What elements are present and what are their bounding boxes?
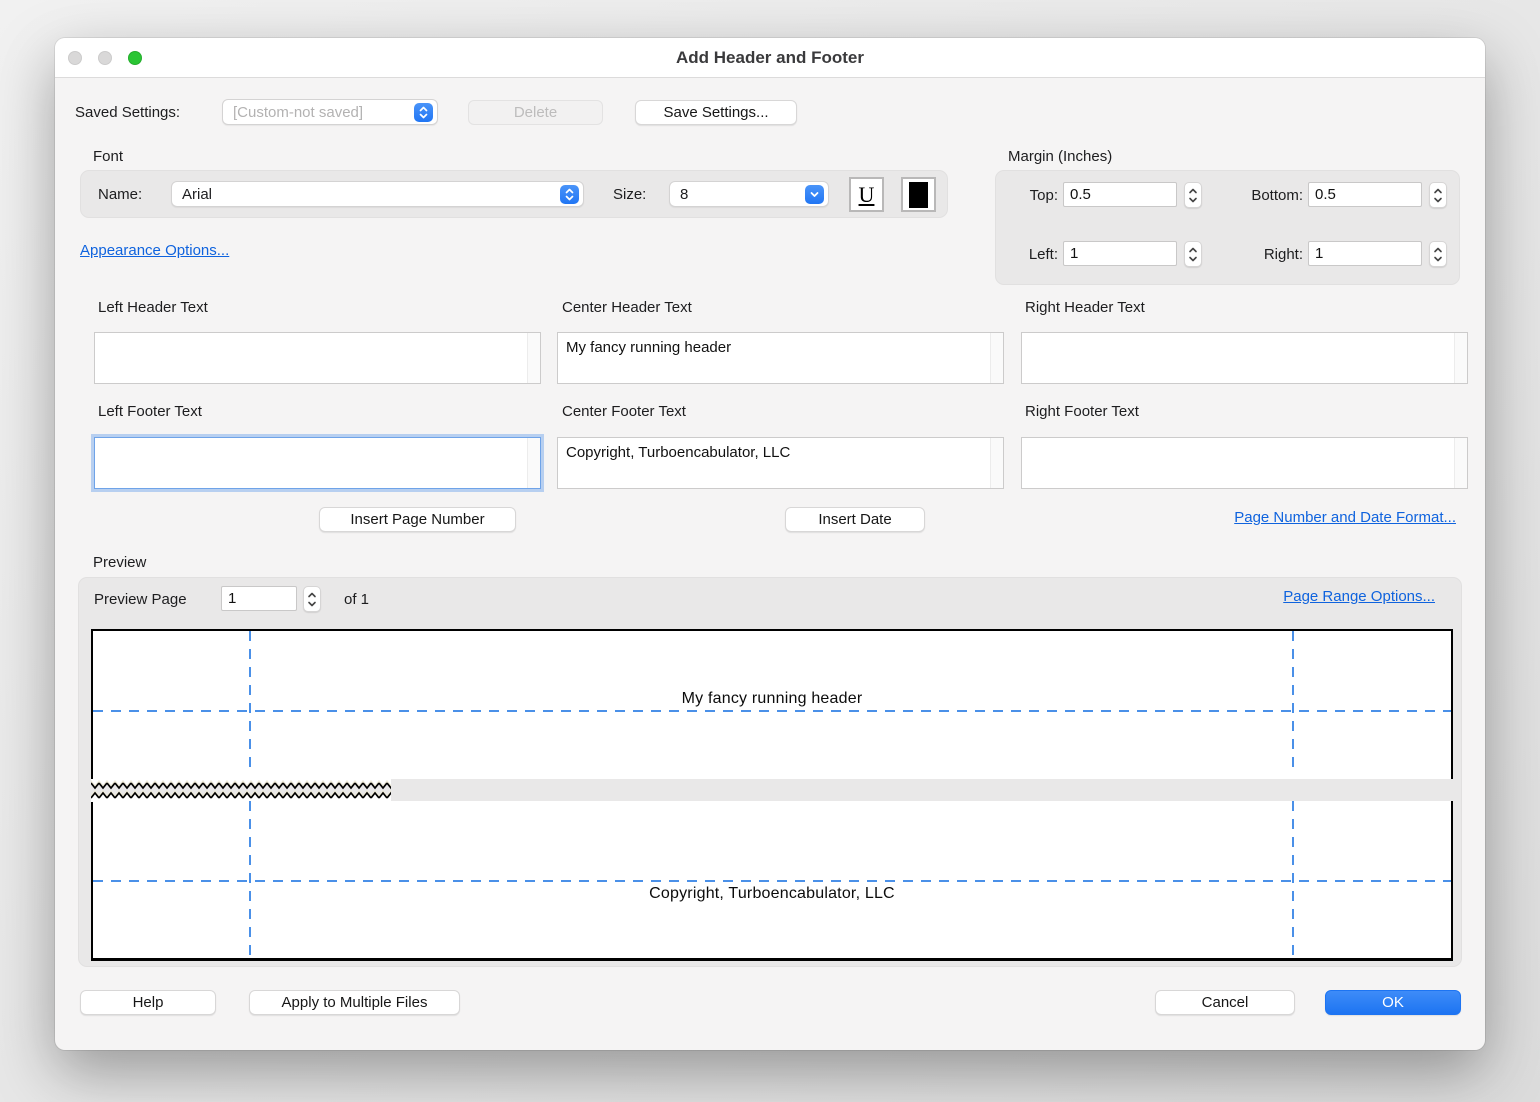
- left-footer-label: Left Footer Text: [98, 403, 202, 420]
- chevron-up-icon: [1433, 188, 1443, 195]
- saved-settings-label: Saved Settings:: [75, 104, 180, 121]
- preview-page-top-piece: My fancy running header: [91, 629, 1453, 779]
- page-number-date-format-link[interactable]: Page Number and Date Format...: [1234, 509, 1456, 526]
- chevron-up-down-icon: [560, 185, 579, 204]
- chevron-down-icon: [805, 185, 824, 204]
- chevron-up-icon: [307, 592, 317, 599]
- right-footer-textarea[interactable]: [1022, 438, 1454, 488]
- left-footer-textarea[interactable]: [95, 438, 527, 488]
- scrollbar-track[interactable]: [527, 333, 540, 383]
- margin-top-input[interactable]: [1063, 182, 1177, 207]
- center-header-textarea[interactable]: My fancy running header: [558, 333, 990, 383]
- margin-right-stepper[interactable]: [1429, 241, 1447, 267]
- margin-section-label: Margin (Inches): [1008, 148, 1112, 165]
- chevron-down-icon: [307, 600, 317, 607]
- scrollbar-track[interactable]: [1454, 333, 1467, 383]
- margin-top-label: Top:: [1006, 187, 1058, 204]
- help-button[interactable]: Help: [80, 990, 216, 1015]
- underline-button[interactable]: U: [849, 177, 884, 212]
- margin-bottom-stepper[interactable]: [1429, 182, 1447, 208]
- margin-left-label: Left:: [1006, 246, 1058, 263]
- right-header-label: Right Header Text: [1025, 299, 1145, 316]
- margin-left-input[interactable]: [1063, 241, 1177, 266]
- apply-to-multiple-files-button[interactable]: Apply to Multiple Files: [249, 990, 460, 1015]
- chevron-up-icon: [1188, 188, 1198, 195]
- cancel-button[interactable]: Cancel: [1155, 990, 1295, 1015]
- ok-button[interactable]: OK: [1325, 990, 1461, 1015]
- font-group-box: Name: Arial Size: 8 U: [80, 170, 948, 218]
- title-bar: Add Header and Footer: [55, 38, 1485, 78]
- chevron-down-icon: [1188, 196, 1198, 203]
- chevron-down-icon: [1433, 255, 1443, 262]
- center-header-field[interactable]: My fancy running header: [557, 332, 1004, 384]
- font-size-value: 8: [680, 186, 805, 203]
- margin-right-label: Right:: [1221, 246, 1303, 263]
- preview-page-stepper[interactable]: [303, 586, 321, 612]
- chevron-down-icon: [1433, 196, 1443, 203]
- center-header-label: Center Header Text: [562, 299, 692, 316]
- preview-group-box: Preview Page of 1 Page Range Options... …: [78, 577, 1462, 967]
- font-color-swatch-button[interactable]: [901, 177, 936, 212]
- left-footer-field[interactable]: [94, 437, 541, 489]
- preview-header-text: My fancy running header: [93, 690, 1451, 708]
- margin-left-stepper[interactable]: [1184, 241, 1202, 267]
- font-name-value: Arial: [182, 186, 560, 203]
- scrollbar-track[interactable]: [990, 333, 1003, 383]
- margin-right-input[interactable]: [1308, 241, 1422, 266]
- scrollbar-track[interactable]: [527, 438, 540, 488]
- right-footer-field[interactable]: [1021, 437, 1468, 489]
- preview-page-label: Preview Page: [94, 591, 187, 608]
- margin-bottom-label: Bottom:: [1221, 187, 1303, 204]
- chevron-up-icon: [1433, 247, 1443, 254]
- header-baseline-guide: [93, 710, 1451, 712]
- right-header-textarea[interactable]: [1022, 333, 1454, 383]
- scrollbar-track[interactable]: [990, 438, 1003, 488]
- appearance-options-link[interactable]: Appearance Options...: [80, 242, 229, 259]
- right-footer-label: Right Footer Text: [1025, 403, 1139, 420]
- center-footer-textarea[interactable]: Copyright, Turboencabulator, LLC: [558, 438, 990, 488]
- preview-section-label: Preview: [93, 554, 146, 571]
- chevron-up-down-icon: [414, 103, 433, 122]
- page-range-options-link[interactable]: Page Range Options...: [1283, 588, 1435, 605]
- margin-top-stepper[interactable]: [1184, 182, 1202, 208]
- footer-baseline-guide: [93, 880, 1451, 882]
- color-swatch-icon: [909, 182, 928, 208]
- center-footer-field[interactable]: Copyright, Turboencabulator, LLC: [557, 437, 1004, 489]
- font-name-dropdown[interactable]: Arial: [171, 181, 584, 207]
- left-header-label: Left Header Text: [98, 299, 208, 316]
- right-header-field[interactable]: [1021, 332, 1468, 384]
- scrollbar-track[interactable]: [1454, 438, 1467, 488]
- delete-button[interactable]: Delete: [468, 100, 603, 125]
- center-footer-label: Center Footer Text: [562, 403, 686, 420]
- underline-glyph: U: [859, 184, 875, 206]
- preview-of-label: of 1: [344, 591, 369, 608]
- dialog-title: Add Header and Footer: [55, 38, 1485, 78]
- preview-page-bottom-piece: Copyright, Turboencabulator, LLC: [91, 801, 1453, 961]
- saved-settings-value: [Custom-not saved]: [233, 104, 414, 121]
- torn-edge-zigzag: [91, 790, 391, 802]
- save-settings-button[interactable]: Save Settings...: [635, 100, 797, 125]
- chevron-down-icon: [1188, 255, 1198, 262]
- saved-settings-dropdown[interactable]: [Custom-not saved]: [222, 99, 438, 125]
- left-header-field[interactable]: [94, 332, 541, 384]
- insert-page-number-button[interactable]: Insert Page Number: [319, 507, 516, 532]
- preview-footer-text: Copyright, Turboencabulator, LLC: [93, 885, 1451, 903]
- font-size-label: Size:: [613, 186, 646, 203]
- add-header-footer-dialog: Add Header and Footer Saved Settings: [C…: [55, 38, 1485, 1050]
- font-size-dropdown[interactable]: 8: [669, 181, 829, 207]
- font-section-label: Font: [93, 148, 123, 165]
- margin-bottom-input[interactable]: [1308, 182, 1422, 207]
- chevron-up-icon: [1188, 247, 1198, 254]
- preview-page-input[interactable]: [221, 586, 297, 611]
- margin-group-box: Top: Bottom: Left: Right:: [995, 170, 1460, 285]
- font-name-label: Name:: [98, 186, 142, 203]
- left-header-textarea[interactable]: [95, 333, 527, 383]
- insert-date-button[interactable]: Insert Date: [785, 507, 925, 532]
